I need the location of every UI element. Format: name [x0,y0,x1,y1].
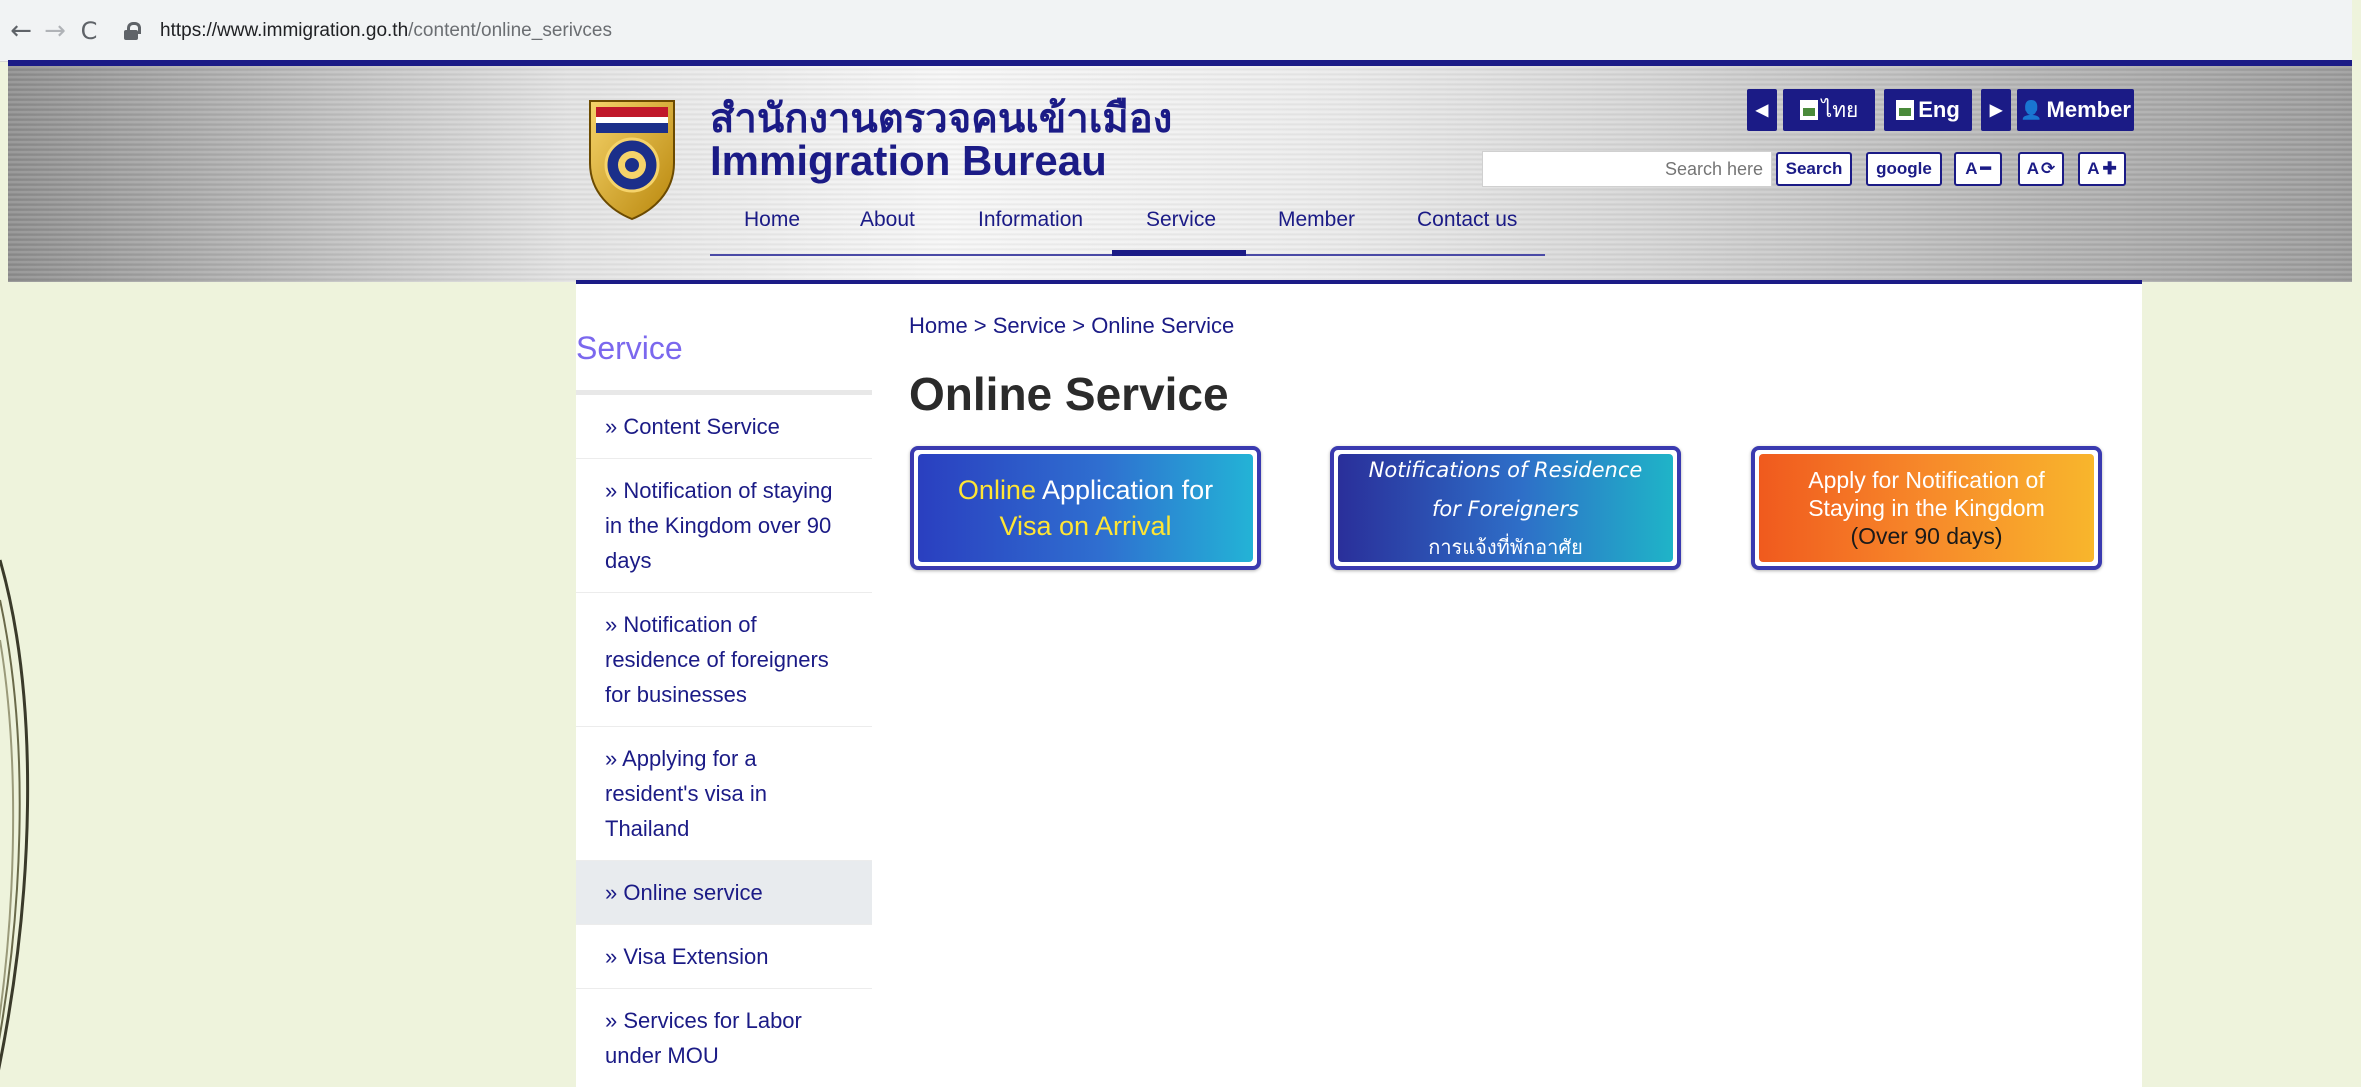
ninety-line2: Staying in the Kingdom [1808,495,2045,521]
ninety-line1: Apply for Notification of [1808,467,2045,493]
minus-icon: ━ [1980,159,1991,178]
site-title-english: Immigration Bureau [710,137,1107,184]
lang-eng-button[interactable]: Eng [1884,89,1972,131]
back-icon[interactable]: ← [4,14,38,48]
voa-line1-rest: Application for [1035,475,1214,505]
residence-line3-thai: การแจ้งที่พักอาศัย [1428,535,1583,559]
sidebar-item-resident-visa[interactable]: » Applying for a resident's visa in Thai… [576,727,872,861]
search-button-label: Search [1785,159,1843,178]
url-path: /content/online_serivces [408,19,612,41]
member-label: Member [2046,97,2131,122]
plus-icon: ✚ [2102,159,2117,178]
sidebar-item-online-service[interactable]: » Online service [576,861,872,925]
google-search-button[interactable]: google [1866,152,1942,186]
nav-home[interactable]: Home [744,208,800,232]
font-reset-button[interactable]: A ⟳ [2018,152,2064,186]
sidebar-item-content-service[interactable]: » Content Service [576,395,872,459]
next-arrow-button[interactable]: ▶ [1981,89,2011,131]
search-input[interactable] [1482,151,1772,187]
sidebar-item-labor-mou[interactable]: » Services for Labor under MOU [576,989,872,1087]
sidebar-menu: » Content Service » Notification of stay… [576,395,872,1087]
url-host: https://www.immigration.go.th [160,19,409,41]
visa-on-arrival-banner[interactable]: Online Application for Visa on Arrival [910,446,1261,570]
font-increase-button[interactable]: A ✚ [2078,152,2126,186]
lock-icon [124,21,142,40]
nav-information[interactable]: Information [978,208,1083,232]
sidebar-title: Service [576,330,683,366]
browser-toolbar: ← → C https://www.immigration.go.th/cont… [0,0,2352,62]
residence-line2: for Foreigners [1432,497,1579,521]
font-reset-label: A [2026,159,2040,178]
sidebar-item-visa-extension[interactable]: » Visa Extension [576,925,872,989]
lang-thai-label: ไทย [1821,97,1859,122]
header-divider [576,280,2142,284]
refresh-icon: ⟳ [2041,159,2056,179]
member-button[interactable]: 👤 Member [2017,89,2134,131]
reload-icon[interactable]: C [72,14,106,48]
nav-service[interactable]: Service [1146,208,1216,232]
residence-line1: Notifications of Residence [1368,458,1643,482]
nav-contact-us[interactable]: Contact us [1417,208,1517,232]
voa-line2: Visa on Arrival [999,511,1172,541]
nav-active-indicator [1112,250,1246,256]
ninety-line3: (Over 90 days) [1850,523,2003,549]
sidebar-item-90-days[interactable]: » Notification of staying in the Kingdom… [576,459,872,593]
nav-member[interactable]: Member [1278,208,1355,232]
font-increase-label: A [2087,159,2100,178]
google-button-label: google [1876,159,1932,178]
prev-arrow-button[interactable]: ◀ [1747,89,1777,131]
forward-icon[interactable]: → [38,14,72,48]
caret-right-icon: ▶ [1989,102,2003,119]
voa-highlight-word: Online [957,475,1036,505]
lang-thai-button[interactable]: ไทย [1783,89,1875,131]
search-button[interactable]: Search [1776,152,1852,186]
font-decrease-button[interactable]: A ━ [1954,152,2002,186]
ninety-day-notification-banner[interactable]: Apply for Notification of Staying in the… [1751,446,2102,570]
user-icon: 👤 [2020,99,2043,121]
lang-eng-label: Eng [1918,97,1960,122]
page-title: Online Service [909,368,1229,420]
nav-about[interactable]: About [860,208,915,232]
breadcrumb: Home > Service > Online Service [909,313,1235,338]
address-bar[interactable]: https://www.immigration.go.th/content/on… [124,8,2314,53]
royal-thai-police-logo-icon[interactable] [582,93,682,221]
font-decrease-label: A [1965,159,1978,178]
caret-left-icon: ◀ [1755,102,1769,119]
main-navigation: Home About Information Service Member Co… [710,200,1545,256]
residence-notification-banner[interactable]: Notifications of Residence for Foreigner… [1330,446,1681,570]
sidebar-item-residence-businesses[interactable]: » Notification of residence of foreigner… [576,593,872,727]
broken-image-icon [1799,100,1818,120]
broken-image-icon [1896,100,1915,120]
